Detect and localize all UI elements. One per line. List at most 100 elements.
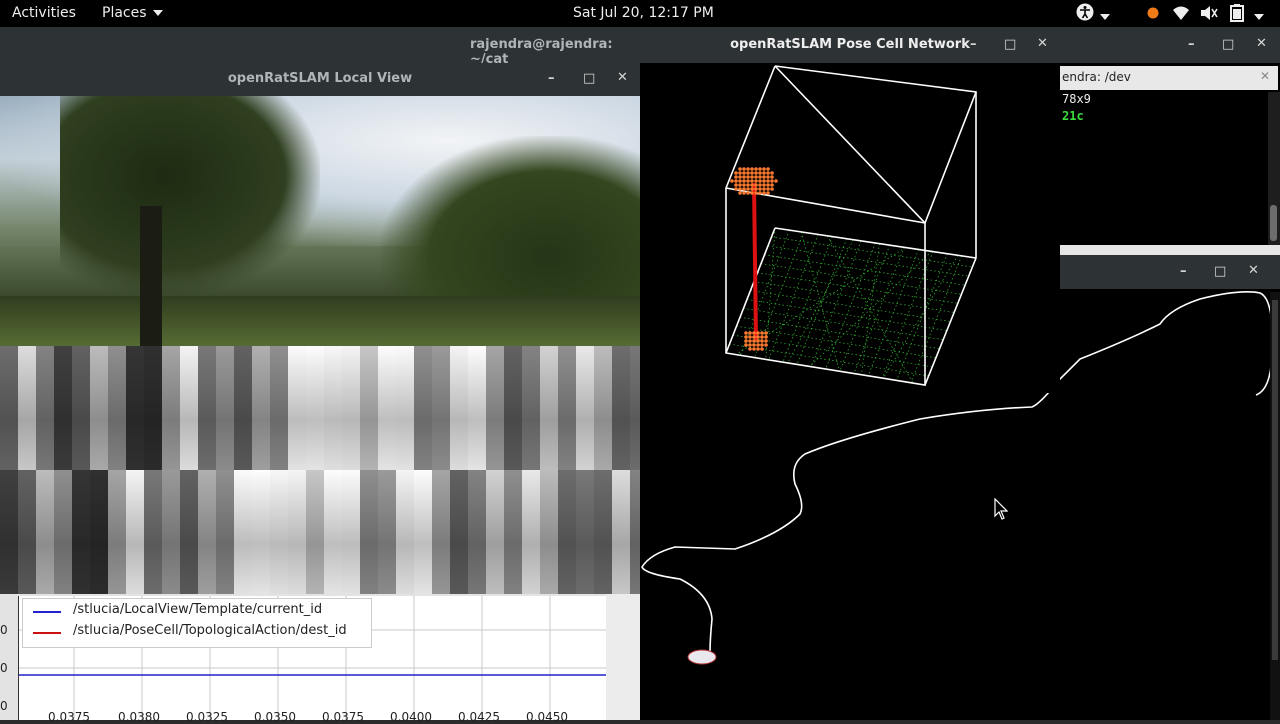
template-pixel-column <box>324 470 342 594</box>
template-pixel-column <box>324 346 342 470</box>
minimize-icon[interactable]: – <box>1188 37 1195 52</box>
camera-image <box>0 96 640 346</box>
template-pixel-column <box>72 346 90 470</box>
plot-side-panel <box>606 594 640 720</box>
background-window-titlebar[interactable]: – □ ✕ <box>1060 27 1280 63</box>
maximize-icon[interactable]: □ <box>1004 37 1016 52</box>
template-pixel-column <box>270 470 288 594</box>
minimize-icon[interactable]: – <box>970 37 977 52</box>
template-pixel-column <box>72 470 90 594</box>
legend-label: /stlucia/LocalView/Template/current_id <box>73 602 323 617</box>
close-icon[interactable]: ✕ <box>1248 263 1259 278</box>
template-pixel-column <box>594 470 612 594</box>
local-view-titlebar[interactable]: openRatSLAM Local View – □ ✕ <box>0 63 640 96</box>
clock[interactable]: Sat Jul 20, 12:17 PM <box>573 5 714 21</box>
template-pixel-column <box>18 470 36 594</box>
template-pixel-column <box>522 470 540 594</box>
top-bar: Activities Places Sat Jul 20, 12:17 PM <box>0 0 1280 27</box>
template-pixel-column <box>0 470 18 594</box>
template-pixel-column <box>360 470 378 594</box>
template-pixel-column <box>144 346 162 470</box>
pose-cell-canvas[interactable] <box>640 63 1060 393</box>
tab-close-icon[interactable]: ✕ <box>1260 69 1270 83</box>
template-pixel-column <box>54 470 72 594</box>
template-pixel-column <box>252 470 270 594</box>
template-pixel-column <box>594 346 612 470</box>
template-pixel-column <box>108 470 126 594</box>
template-pixel-column <box>414 470 432 594</box>
accessibility-icon[interactable] <box>1076 3 1094 25</box>
terminal-tab[interactable]: endra: /dev ✕ <box>1060 66 1278 90</box>
pose-cell-titlebar[interactable]: openRatSLAM Pose Cell Network – □ ✕ <box>640 27 1060 63</box>
x-tick-label: 0.0400 <box>390 710 432 724</box>
y-tick-label: 0 <box>0 623 8 637</box>
pose-cell-title: openRatSLAM Pose Cell Network <box>730 37 970 52</box>
template-pixel-column <box>108 346 126 470</box>
template-pixel-column <box>450 470 468 594</box>
terminal-output-line: 78x9 <box>1062 92 1091 106</box>
template-pixel-column <box>198 470 216 594</box>
minimize-icon[interactable]: – <box>1180 264 1187 279</box>
close-icon[interactable]: ✕ <box>1037 36 1048 51</box>
template-pixel-column <box>288 346 306 470</box>
local-view-title: openRatSLAM Local View <box>227 71 413 86</box>
close-icon[interactable]: ✕ <box>617 70 628 85</box>
template-pixel-column <box>90 470 108 594</box>
template-pixel-column <box>216 346 234 470</box>
map-scrollbar-thumb[interactable] <box>1272 300 1278 660</box>
terminal-scrollbar-thumb[interactable] <box>1270 205 1277 241</box>
template-pixel-column <box>54 346 72 470</box>
template-pixel-column <box>414 346 432 470</box>
template-pixel-column <box>216 470 234 594</box>
legend-swatch-red <box>33 632 61 634</box>
template-pixel-column <box>126 346 144 470</box>
recording-indicator-icon <box>1147 7 1159 23</box>
template-pixel-column <box>270 346 288 470</box>
accessibility-chevron-icon[interactable] <box>1100 9 1110 25</box>
close-icon[interactable]: ✕ <box>1256 36 1267 51</box>
terminal-window-titlebar[interactable]: rajendra@rajendra: ~/cat <box>0 27 640 67</box>
template-pixel-column <box>306 346 324 470</box>
template-pixel-column <box>198 346 216 470</box>
volume-icon[interactable] <box>1200 5 1218 25</box>
wifi-icon[interactable] <box>1172 5 1190 25</box>
template-pixel-column <box>396 346 414 470</box>
template-pixel-column <box>234 470 252 594</box>
maximize-icon[interactable]: □ <box>1214 264 1226 279</box>
template-pixel-column <box>558 346 576 470</box>
template-pixel-column <box>288 470 306 594</box>
template-pixel-column <box>378 470 396 594</box>
x-tick-label: 0.0450 <box>526 710 568 724</box>
legend-swatch-blue <box>33 611 61 613</box>
experience-map-titlebar[interactable]: – □ ✕ <box>1060 255 1280 289</box>
battery-icon[interactable] <box>1230 4 1244 26</box>
minimize-icon[interactable]: – <box>548 71 555 86</box>
y-tick-label: 0 <box>0 699 8 713</box>
visual-template-view <box>0 346 648 594</box>
template-pixel-column <box>540 470 558 594</box>
system-menu-chevron-icon[interactable] <box>1254 9 1264 25</box>
template-pixel-column <box>504 470 522 594</box>
maximize-icon[interactable]: □ <box>583 71 595 86</box>
template-pixel-column <box>90 346 108 470</box>
places-menu[interactable]: Places <box>102 5 163 21</box>
template-pixel-column <box>612 346 630 470</box>
template-pixel-column <box>18 346 36 470</box>
template-pixel-column <box>36 346 54 470</box>
template-pixel-column <box>378 346 396 470</box>
template-pixel-column <box>252 346 270 470</box>
template-pixel-column <box>0 346 18 470</box>
template-pixel-column <box>234 346 252 470</box>
template-pixel-column <box>342 470 360 594</box>
maximize-icon[interactable]: □ <box>1222 37 1234 52</box>
template-pixel-column <box>576 346 594 470</box>
y-tick-label: 0 <box>0 661 8 675</box>
x-tick-label: 0.0350 <box>254 710 296 724</box>
activities-button[interactable]: Activities <box>12 5 76 21</box>
terminal-window[interactable] <box>1060 63 1280 245</box>
template-pixel-column <box>450 346 468 470</box>
template-pixel-column <box>306 470 324 594</box>
pose-cell-link <box>752 182 758 342</box>
x-tick-label: 0.0325 <box>186 710 228 724</box>
template-pixel-column <box>144 470 162 594</box>
